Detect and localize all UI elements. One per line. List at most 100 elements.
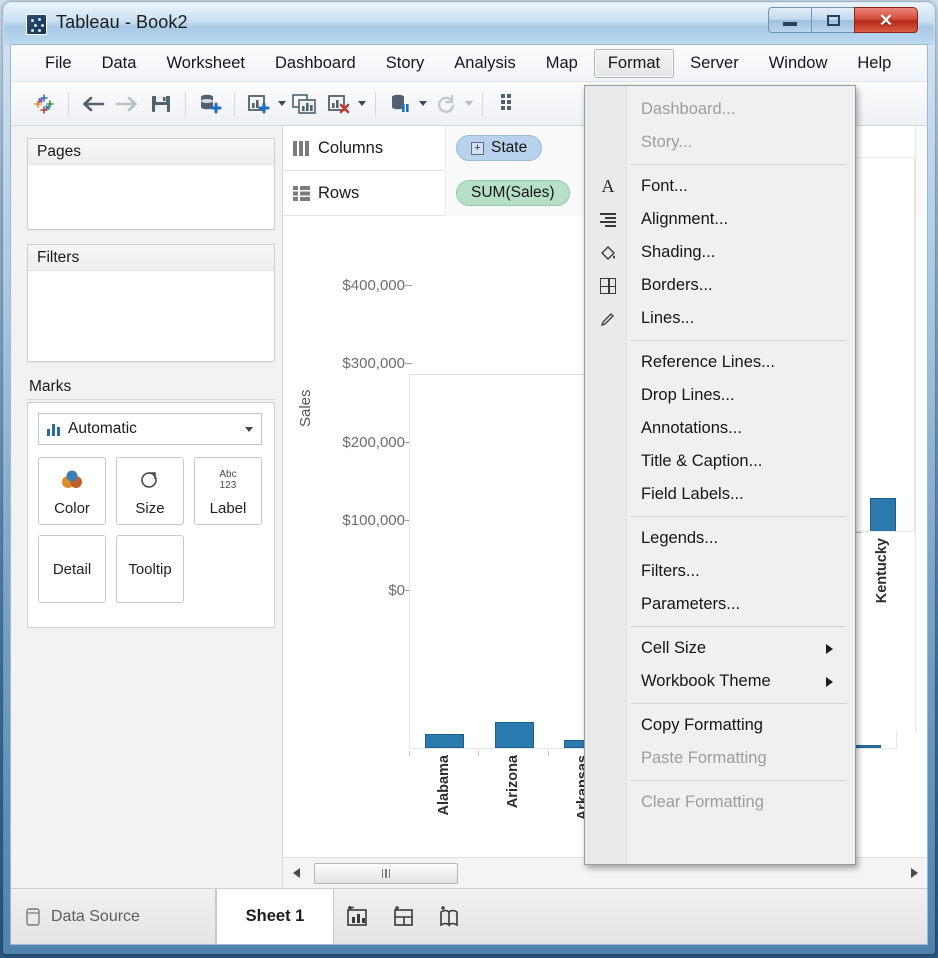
pill-state[interactable]: + State	[456, 135, 543, 161]
x-label-kentucky[interactable]: Kentucky	[874, 538, 890, 603]
duplicate-sheet-icon[interactable]	[288, 87, 322, 121]
menu-item-workbook-theme[interactable]: Workbook Theme	[585, 665, 855, 698]
menu-analysis[interactable]: Analysis	[440, 49, 529, 78]
menu-item-reference-lines[interactable]: Reference Lines...	[585, 346, 855, 379]
mark-type-value: Automatic	[68, 420, 137, 437]
marks-label-button[interactable]: Abc 123 Label	[194, 457, 262, 525]
menu-worksheet[interactable]: Worksheet	[152, 49, 259, 78]
swap-axis-icon[interactable]	[490, 87, 524, 121]
menu-item-label: Filters...	[641, 562, 700, 580]
menu-story[interactable]: Story	[372, 49, 439, 78]
format-dropdown-menu[interactable]: Dashboard... Story... A Font... Alignment...…	[584, 85, 856, 865]
new-worksheet-icon[interactable]	[242, 87, 276, 121]
clear-sheet-icon[interactable]	[322, 87, 356, 121]
new-story-tab-button[interactable]	[426, 889, 472, 944]
menu-item-filters[interactable]: Filters...	[585, 555, 855, 588]
menu-item-label: Annotations...	[641, 419, 742, 437]
menu-item-label: Title & Caption...	[641, 452, 763, 470]
marks-title: Marks	[27, 374, 275, 400]
borders-icon	[595, 269, 621, 302]
marks-detail-button[interactable]: Detail	[38, 535, 106, 603]
menu-item-legends[interactable]: Legends...	[585, 522, 855, 555]
new-dashboard-tab-button[interactable]	[380, 889, 426, 944]
menu-help[interactable]: Help	[843, 49, 905, 78]
menu-item-field-labels[interactable]: Field Labels...	[585, 478, 855, 511]
menu-window[interactable]: Window	[755, 49, 842, 78]
undo-arrow-icon[interactable]	[76, 87, 110, 121]
menu-item-label: Reference Lines...	[641, 353, 775, 371]
menu-item-alignment[interactable]: Alignment...	[585, 203, 855, 236]
scrollbar-thumb[interactable]	[314, 862, 458, 884]
mark-type-dropdown[interactable]: Automatic	[38, 413, 262, 445]
title-bar: Tableau - Book2 ✕	[4, 3, 934, 45]
ytick-label-2: $200,000	[342, 434, 405, 451]
menu-item-label: Alignment...	[641, 210, 729, 228]
rows-label-text: Rows	[318, 183, 360, 202]
expand-plus-icon[interactable]: +	[471, 141, 484, 155]
menu-format[interactable]: Format	[593, 48, 675, 78]
menu-separator-2	[631, 340, 847, 341]
bar-arizona[interactable]	[494, 721, 534, 748]
menu-item-lines[interactable]: Lines...	[585, 302, 855, 335]
marks-tooltip-button[interactable]: Tooltip	[116, 535, 184, 603]
pill-sum-sales-label: SUM(Sales)	[471, 184, 555, 201]
menu-item-shading[interactable]: Shading...	[585, 236, 855, 269]
ytick-label-4: $400,000	[342, 277, 405, 294]
bar-kentucky[interactable]	[870, 497, 896, 532]
lines-icon	[595, 302, 621, 335]
new-data-source-icon[interactable]	[193, 87, 227, 121]
menu-data[interactable]: Data	[88, 49, 151, 78]
menu-item-drop-lines[interactable]: Drop Lines...	[585, 379, 855, 412]
menu-item-label: Borders...	[641, 276, 713, 294]
marks-color-button[interactable]: Color	[38, 457, 106, 525]
x-label-alabama[interactable]: Alabama	[436, 755, 452, 815]
tab-data-source[interactable]: Data Source	[11, 889, 216, 944]
menu-item-label: Font...	[641, 177, 688, 195]
new-worksheet-caret-icon[interactable]	[276, 89, 288, 119]
menu-item-borders[interactable]: Borders...	[585, 269, 855, 302]
refresh-caret-icon	[463, 89, 475, 119]
scroll-left-icon[interactable]	[283, 858, 309, 889]
menu-item-title-caption[interactable]: Title & Caption...	[585, 445, 855, 478]
menu-item-label: Legends...	[641, 529, 719, 547]
ytick-label-3: $300,000	[342, 355, 405, 372]
pause-updates-icon[interactable]	[383, 87, 417, 121]
pause-updates-caret-icon[interactable]	[417, 89, 429, 119]
y-axis-title: Sales	[297, 389, 314, 427]
menu-map[interactable]: Map	[532, 49, 592, 78]
menu-file[interactable]: File	[31, 49, 86, 78]
marks-size-button[interactable]: Size	[116, 457, 184, 525]
marks-color-label: Color	[54, 500, 90, 517]
menu-bar: File Data Worksheet Dashboard Story Anal…	[11, 45, 927, 82]
filters-shelf[interactable]: Filters	[27, 244, 275, 362]
save-icon[interactable]	[144, 87, 178, 121]
x-label-arizona[interactable]: Arizona	[505, 755, 521, 808]
menu-dashboard[interactable]: Dashboard	[261, 49, 370, 78]
menu-item-font[interactable]: A Font...	[585, 170, 855, 203]
menu-item-parameters[interactable]: Parameters...	[585, 588, 855, 621]
shading-icon	[595, 236, 621, 269]
minimize-button[interactable]	[768, 7, 812, 33]
close-button[interactable]: ✕	[854, 7, 918, 33]
menu-server[interactable]: Server	[676, 49, 753, 78]
tab-sheet-1[interactable]: Sheet 1	[216, 889, 334, 944]
pill-state-label: State	[491, 139, 528, 156]
menu-item-annotations[interactable]: Annotations...	[585, 412, 855, 445]
bar-alabama[interactable]	[425, 733, 465, 748]
menu-item-copy-formatting[interactable]: Copy Formatting	[585, 709, 855, 742]
columns-shelf-label: Columns	[283, 139, 445, 158]
menu-separator-1	[631, 164, 847, 165]
tableau-logo-icon	[26, 14, 47, 35]
clear-sheet-caret-icon[interactable]	[356, 89, 368, 119]
pages-title: Pages	[28, 139, 274, 165]
scroll-right-icon[interactable]	[901, 858, 927, 889]
pill-sum-sales[interactable]: SUM(Sales)	[456, 180, 570, 206]
maximize-button[interactable]	[811, 7, 855, 33]
pages-shelf[interactable]: Pages	[27, 138, 275, 230]
menu-item-cell-size[interactable]: Cell Size	[585, 632, 855, 665]
offscreen-column-kentucky: Kentucky	[856, 126, 916, 731]
ytick-label-0: $0	[388, 582, 405, 599]
tableau-home-icon[interactable]	[27, 87, 61, 121]
ytick-mark-4	[405, 285, 412, 286]
new-worksheet-tab-button[interactable]	[334, 889, 380, 944]
